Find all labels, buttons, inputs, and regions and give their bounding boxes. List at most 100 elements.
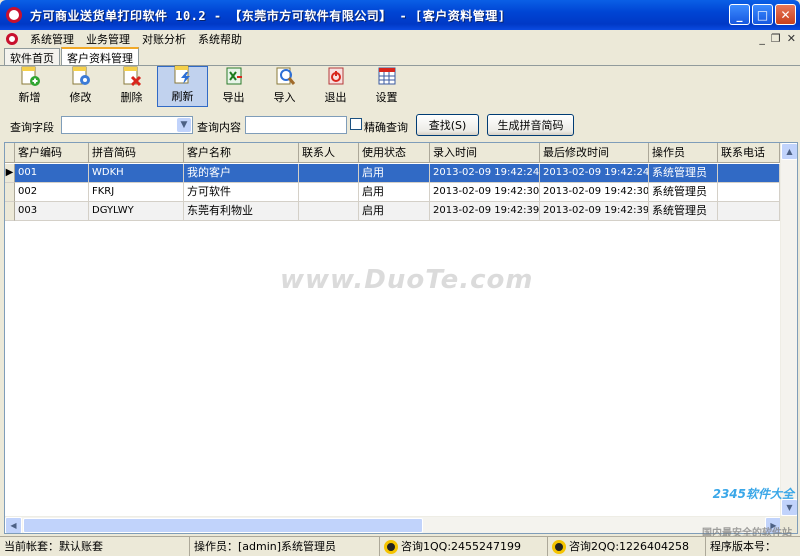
add-label: 新增: [18, 91, 41, 104]
watermark-2345: 2345软件大全: [712, 487, 794, 501]
mdi-app-icon[interactable]: [6, 33, 18, 45]
close-button[interactable]: ✕: [775, 4, 796, 25]
watermark-duote: www.DuoTe.com: [280, 265, 534, 295]
cell-pinyin[interactable]: WDKH: [89, 164, 184, 183]
header-status[interactable]: 使用状态: [359, 143, 430, 163]
cell-status[interactable]: 启用: [359, 164, 430, 183]
header-name[interactable]: 客户名称: [184, 143, 299, 163]
cell-contact[interactable]: [299, 164, 359, 183]
header-pinyin[interactable]: 拼音简码: [89, 143, 184, 163]
maximize-button[interactable]: □: [752, 4, 773, 25]
cell-modified-time[interactable]: 2013-02-09 19:42:30: [540, 183, 649, 202]
cell-modified-time[interactable]: 2013-02-09 19:42:39: [540, 202, 649, 221]
cell-code[interactable]: 001: [15, 164, 89, 183]
cell-entry-time[interactable]: 2013-02-09 19:42:30: [430, 183, 540, 202]
cell-name[interactable]: 东莞有利物业: [184, 202, 299, 221]
status-qq2[interactable]: 咨询2QQ:1226404258: [548, 537, 706, 556]
row-indicator: [5, 183, 15, 202]
query-content-label: 查询内容: [197, 121, 241, 134]
mdi-minimize-button[interactable]: _: [759, 32, 765, 45]
vertical-scrollbar[interactable]: ▲ ▼: [780, 143, 797, 516]
header-phone[interactable]: 联系电话: [718, 143, 780, 163]
toolbar: 新增 修改 删除 刷新 导出 导入 退出 设置: [4, 64, 412, 108]
edit-label: 修改: [69, 91, 92, 104]
delete-button[interactable]: 删除: [106, 66, 157, 107]
cell-status[interactable]: 启用: [359, 202, 430, 221]
cell-phone[interactable]: [718, 183, 780, 202]
minimize-button[interactable]: _: [729, 4, 750, 25]
cell-entry-time[interactable]: 2013-02-09 19:42:39: [430, 202, 540, 221]
exact-query-label: 精确查询: [364, 121, 408, 134]
header-contact[interactable]: 联系人: [299, 143, 359, 163]
generate-pinyin-button[interactable]: 生成拼音简码: [487, 114, 574, 136]
menu-business[interactable]: 业务管理: [80, 31, 136, 47]
cell-name[interactable]: 我的客户: [184, 164, 299, 183]
cell-pinyin[interactable]: FKRJ: [89, 183, 184, 202]
document-tabs: 软件首页 客户资料管理: [4, 47, 140, 66]
query-field-select[interactable]: ▼: [61, 116, 193, 134]
refresh-label: 刷新: [171, 90, 194, 103]
settings-button[interactable]: 设置: [361, 66, 412, 107]
header-entry-time[interactable]: 录入时间: [430, 143, 540, 163]
scroll-left-icon[interactable]: ◀: [5, 517, 22, 533]
horizontal-scroll-thumb[interactable]: [23, 518, 423, 533]
cell-contact[interactable]: [299, 202, 359, 221]
cell-modified-time[interactable]: 2013-02-09 19:42:24: [540, 164, 649, 183]
mdi-restore-button[interactable]: ❐: [771, 32, 781, 45]
cell-code[interactable]: 003: [15, 202, 89, 221]
cell-entry-time[interactable]: 2013-02-09 19:42:24: [430, 164, 540, 183]
exact-query-checkbox[interactable]: [350, 118, 362, 130]
refresh-button[interactable]: 刷新: [157, 64, 208, 107]
table-row[interactable]: ▶ 001 WDKH 我的客户 启用 2013-02-09 19:42:24 2…: [5, 164, 780, 183]
mdi-close-button[interactable]: ✕: [787, 32, 796, 45]
import-button[interactable]: 导入: [259, 66, 310, 107]
query-field-label: 查询字段: [10, 121, 54, 134]
table-row[interactable]: 003 DGYLWY 东莞有利物业 启用 2013-02-09 19:42:39…: [5, 202, 780, 221]
cell-operator[interactable]: 系统管理员: [649, 202, 718, 221]
title-bar: 方可商业送货单打印软件 10.2 - 【东莞市方可软件有限公司】 - [客户资料…: [0, 0, 800, 30]
cell-phone[interactable]: [718, 202, 780, 221]
header-operator[interactable]: 操作员: [649, 143, 718, 163]
menu-help[interactable]: 系统帮助: [192, 31, 248, 47]
cell-contact[interactable]: [299, 183, 359, 202]
qq-icon: [552, 539, 566, 554]
import-icon: [274, 65, 296, 87]
search-bar: 查询字段 ▼ 查询内容 精确查询 查找(S) 生成拼音简码: [0, 112, 800, 138]
status-qq1[interactable]: 咨询1QQ:2455247199: [380, 537, 548, 556]
scroll-up-icon[interactable]: ▲: [781, 143, 797, 160]
edit-icon: [70, 65, 92, 87]
row-pointer-icon: ▶: [5, 164, 15, 183]
menu-reconcile[interactable]: 对账分析: [136, 31, 192, 47]
tab-home[interactable]: 软件首页: [4, 48, 60, 66]
cell-operator[interactable]: 系统管理员: [649, 183, 718, 202]
row-indicator: [5, 202, 15, 221]
cell-phone[interactable]: [718, 164, 780, 183]
menu-system[interactable]: 系统管理: [24, 31, 80, 47]
cell-status[interactable]: 启用: [359, 183, 430, 202]
cell-pinyin[interactable]: DGYLWY: [89, 202, 184, 221]
edit-button[interactable]: 修改: [55, 66, 106, 107]
header-code[interactable]: 客户编码: [15, 143, 89, 163]
table-row[interactable]: 002 FKRJ 方可软件 启用 2013-02-09 19:42:30 201…: [5, 183, 780, 202]
tab-customer-management[interactable]: 客户资料管理: [61, 47, 139, 66]
add-button[interactable]: 新增: [4, 66, 55, 107]
cell-name[interactable]: 方可软件: [184, 183, 299, 202]
refresh-icon: [172, 64, 194, 86]
menu-bar: 系统管理 业务管理 对账分析 系统帮助 _ ❐ ✕: [0, 30, 800, 48]
export-button[interactable]: 导出: [208, 66, 259, 107]
add-icon: [19, 65, 41, 87]
cell-operator[interactable]: 系统管理员: [649, 164, 718, 183]
status-version: 程序版本号：: [710, 540, 776, 553]
exit-button[interactable]: 退出: [310, 66, 361, 107]
customer-grid[interactable]: 客户编码 拼音简码 客户名称 联系人 使用状态 录入时间 最后修改时间 操作员 …: [4, 142, 798, 534]
horizontal-scrollbar[interactable]: ◀ ▶: [5, 516, 782, 533]
chevron-down-icon[interactable]: ▼: [177, 118, 191, 132]
exit-label: 退出: [324, 91, 347, 104]
query-content-input[interactable]: [245, 116, 347, 134]
app-icon[interactable]: [6, 7, 22, 23]
export-label: 导出: [222, 91, 245, 104]
cell-code[interactable]: 002: [15, 183, 89, 202]
status-bar: 当前帐套：默认账套 操作员：[admin]系统管理员 咨询1QQ:2455247…: [0, 536, 800, 556]
header-modified-time[interactable]: 最后修改时间: [540, 143, 649, 163]
find-button[interactable]: 查找(S): [416, 114, 479, 136]
